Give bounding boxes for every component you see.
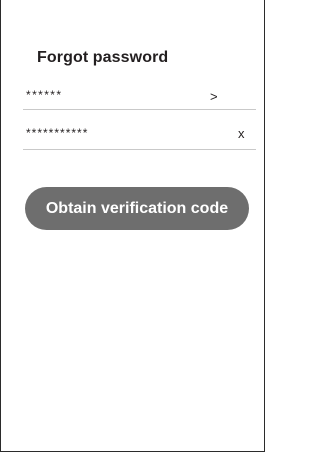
chevron-right-icon[interactable]: > [210,90,218,103]
region-field-value: ****** [26,88,63,102]
clear-icon[interactable]: x [238,127,245,140]
page-title: Forgot password [37,49,169,66]
account-field-value: *********** [26,126,89,140]
obtain-verification-code-button[interactable]: Obtain verification code [25,187,249,230]
region-field[interactable]: ****** > [23,80,256,110]
forgot-password-screen: Forgot password ****** > *********** x O… [0,0,265,452]
account-field[interactable]: *********** x [23,120,256,150]
